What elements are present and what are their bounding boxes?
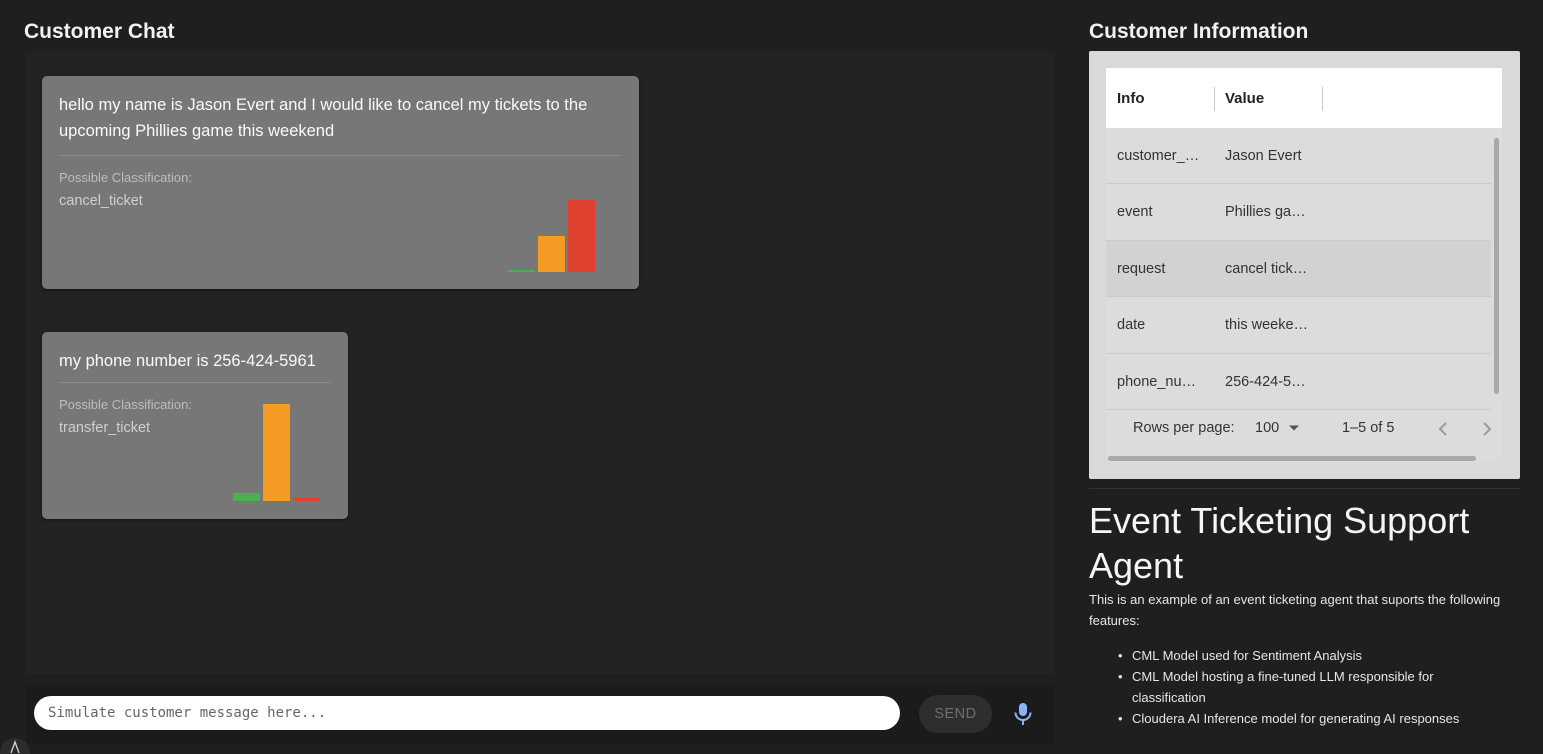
- send-button[interactable]: SEND: [919, 695, 992, 733]
- rows-per-page-select[interactable]: 100: [1255, 420, 1279, 436]
- table-pagination: Rows per page: 100 1–5 of 5: [1106, 410, 1493, 450]
- chat-message-card: hello my name is Jason Evert and I would…: [42, 76, 639, 289]
- table-row[interactable]: customer_… Jason Evert: [1106, 128, 1491, 185]
- chevron-left-icon[interactable]: [1437, 421, 1449, 441]
- microphone-icon[interactable]: [1010, 700, 1036, 728]
- cell-info: request: [1117, 260, 1166, 277]
- column-separator[interactable]: [1214, 87, 1215, 111]
- pagination-range: 1–5 of 5: [1342, 420, 1395, 436]
- feature-item: CML Model hosting a fine-tuned LLM respo…: [1118, 666, 1498, 708]
- message-text: hello my name is Jason Evert and I would…: [59, 96, 588, 140]
- chat-message-card: my phone number is 256-424-5961 Possible…: [42, 332, 348, 519]
- column-header-info[interactable]: Info: [1117, 68, 1145, 128]
- table-header: Info Value: [1106, 68, 1502, 128]
- chat-panel: hello my name is Jason Evert and I would…: [26, 52, 1054, 674]
- sentiment-chart: [508, 200, 600, 272]
- feature-list: CML Model used for Sentiment Analysis CM…: [1118, 645, 1498, 729]
- sentiment-bar-negative: [293, 498, 320, 501]
- column-header-value[interactable]: Value: [1225, 68, 1264, 128]
- section-divider: [1089, 488, 1520, 489]
- customer-info-title: Customer Information: [1089, 20, 1309, 43]
- cell-value: Jason Evert: [1225, 148, 1302, 164]
- sentiment-bar-positive: [233, 493, 260, 501]
- chevron-right-icon[interactable]: [1481, 421, 1493, 441]
- feature-item: Cloudera AI Inference model for generati…: [1118, 708, 1498, 729]
- agent-description: This is an example of an event ticketing…: [1089, 592, 1501, 628]
- rows-per-page-label: Rows per page:: [1133, 420, 1235, 436]
- table-row[interactable]: event Phillies ga…: [1106, 184, 1491, 241]
- cell-info: date: [1117, 317, 1146, 334]
- classification-label: Possible Classification:: [59, 170, 192, 185]
- cell-info: customer_…: [1117, 148, 1200, 164]
- feature-item: CML Model used for Sentiment Analysis: [1118, 645, 1498, 666]
- sentiment-bar-neutral: [263, 404, 290, 501]
- cell-info: event: [1117, 204, 1153, 221]
- message-text: my phone number is 256-424-5961: [59, 352, 316, 370]
- cell-info: phone_nu…: [1117, 373, 1197, 390]
- message-divider: [59, 382, 331, 383]
- chat-title: Customer Chat: [24, 20, 175, 43]
- message-divider: [59, 155, 622, 156]
- cell-value: this weeke…: [1225, 317, 1309, 334]
- sentiment-bar-positive: [508, 270, 535, 272]
- table-row[interactable]: request cancel tick…: [1106, 240, 1491, 298]
- sentiment-chart: [233, 404, 325, 501]
- sentiment-bar-neutral: [538, 236, 565, 272]
- cell-value: 256-424-5…: [1225, 373, 1306, 390]
- customer-info-table: Info Value customer_… Jason Evert event …: [1106, 68, 1502, 462]
- customer-info-panel: Info Value customer_… Jason Evert event …: [1089, 51, 1520, 479]
- vertical-scrollbar[interactable]: [1494, 138, 1499, 394]
- table-row[interactable]: phone_nu… 256-424-5…: [1106, 354, 1491, 410]
- sentiment-bar-negative: [568, 200, 595, 272]
- message-composer: SEND: [26, 684, 1054, 744]
- cell-value: cancel tick…: [1225, 260, 1308, 277]
- table-row[interactable]: date this weeke…: [1106, 297, 1491, 354]
- message-input[interactable]: [34, 696, 900, 730]
- column-separator[interactable]: [1322, 87, 1323, 111]
- horizontal-scrollbar[interactable]: [1108, 456, 1476, 461]
- chevron-down-icon[interactable]: [1288, 422, 1300, 438]
- cell-value: Phillies ga…: [1225, 204, 1306, 221]
- agent-title: Event Ticketing Support Agent: [1089, 500, 1470, 586]
